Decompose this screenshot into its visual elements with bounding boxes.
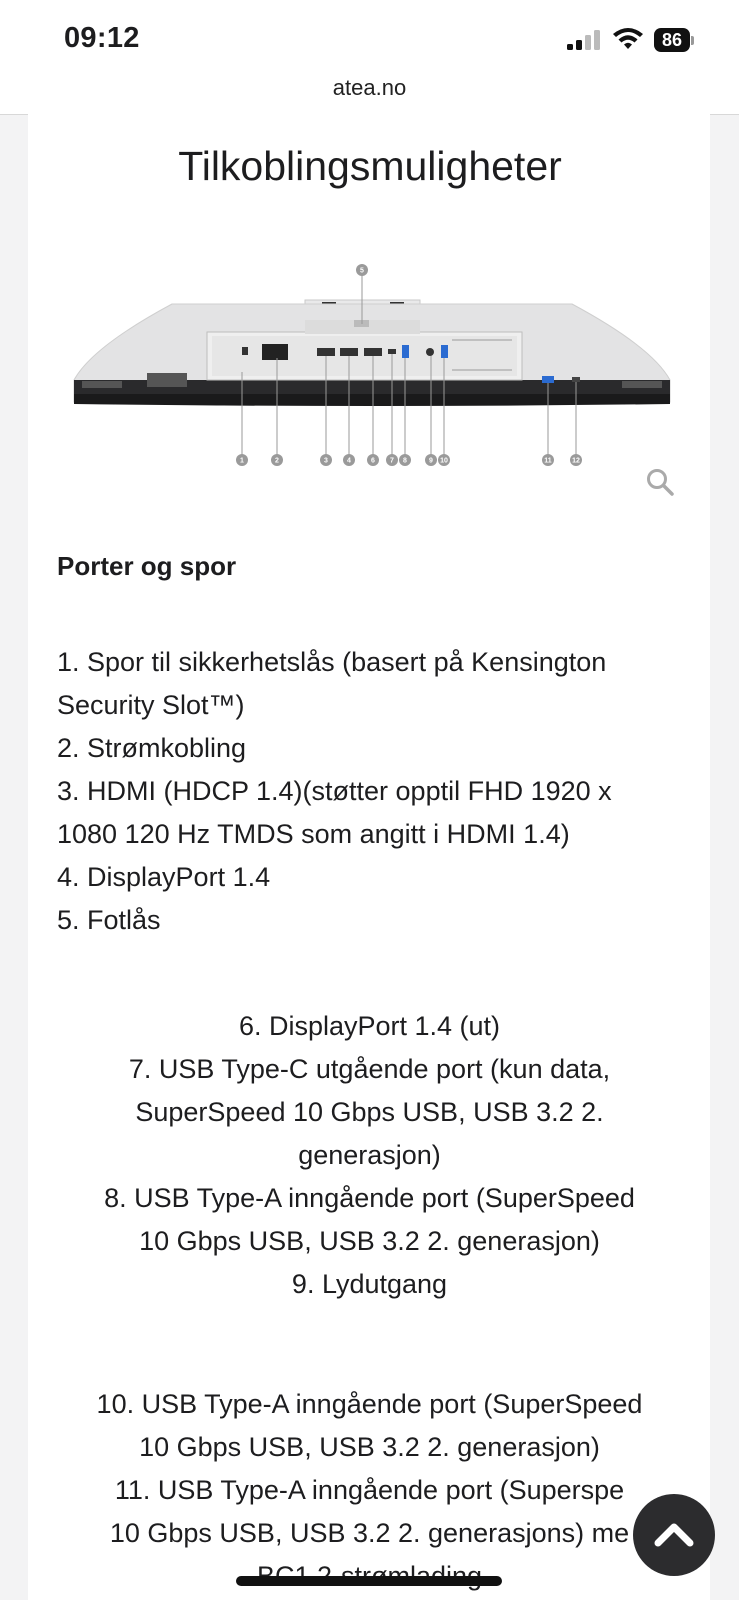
port-line: 1080 120 Hz TMDS som angitt i HDMI 1.4) [57, 819, 570, 849]
callout-label: 5 [360, 268, 364, 275]
callout-label: 4 [347, 458, 351, 465]
callout-label: 11 [544, 458, 552, 465]
section-subheading: Porter og spor [57, 551, 237, 581]
battery-level: 86 [654, 28, 690, 52]
status-time: 09:12 [64, 22, 140, 54]
monitor-ports-image[interactable]: 1 2 3 4 6 7 8 9 10 11 12 5 [72, 262, 672, 487]
cellular-signal-icon [567, 30, 600, 50]
port-line: 11. USB Type-A inngående port (Superspe [114, 1475, 625, 1505]
port-line: 9. Lydutgang [291, 1269, 448, 1299]
magnifier-icon[interactable] [645, 467, 675, 497]
callout-label: 7 [390, 458, 394, 465]
home-indicator[interactable] [236, 1576, 502, 1586]
port-line: 5. Fotlås [57, 905, 161, 935]
port-line: 7. USB Type-C utgående port (kun data, [128, 1054, 611, 1084]
port-line: 2. Strømkobling [57, 733, 247, 763]
ports-list-center-b: 10. USB Type-A inngående port (SuperSpee… [57, 1383, 682, 1598]
callout-label: 2 [275, 458, 279, 465]
scroll-to-top-button[interactable] [633, 1494, 715, 1576]
chevron-up-icon [654, 1523, 694, 1547]
port-line: 10 Gbps USB, USB 3.2 2. generasjons) me [109, 1518, 630, 1548]
callout-label: 8 [403, 458, 407, 465]
port-line: SuperSpeed 10 Gbps USB, USB 3.2 2. [135, 1097, 604, 1127]
port-line: 10 Gbps USB, USB 3.2 2. generasjon) [139, 1226, 600, 1256]
port-line: Security Slot™) [57, 690, 245, 720]
wifi-icon [613, 28, 643, 49]
port-line: generasjon) [298, 1140, 441, 1170]
callout-label: 10 [440, 458, 448, 465]
address-bar-url[interactable]: atea.no [0, 75, 739, 101]
callout-label: 3 [324, 458, 328, 465]
port-line: 3. HDMI (HDCP 1.4)(støtter opptil FHD 19… [57, 776, 612, 806]
port-line: 4. DisplayPort 1.4 [57, 862, 271, 892]
status-bar: 09:12 86 atea.no [0, 0, 739, 115]
callout-label: 6 [371, 458, 375, 465]
port-line: 10 Gbps USB, USB 3.2 2. generasjon) [139, 1432, 600, 1462]
battery-indicator: 86 [654, 28, 694, 52]
callout-label: 9 [429, 458, 433, 465]
ports-list-left: 1. Spor til sikkerhetslås (basert på Ken… [57, 641, 697, 942]
port-line: 10. USB Type-A inngående port (SuperSpee… [96, 1389, 643, 1419]
page-title: Tilkoblingsmuligheter [178, 143, 562, 189]
callout-label: 12 [572, 458, 580, 465]
callout-label: 1 [240, 458, 244, 465]
battery-cap [691, 36, 694, 45]
ports-list-center-a: 6. DisplayPort 1.4 (ut) 7. USB Type-C ut… [57, 1005, 682, 1306]
port-line: 6. DisplayPort 1.4 (ut) [238, 1011, 501, 1041]
port-line: 8. USB Type-A inngående port (SuperSpeed [104, 1183, 635, 1213]
port-line: 1. Spor til sikkerhetslås (basert på Ken… [57, 647, 607, 677]
